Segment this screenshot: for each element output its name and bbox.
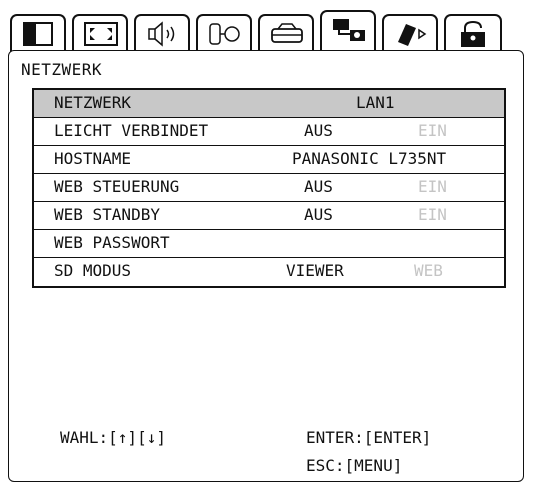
audio-icon [148,21,175,47]
tab-advanced[interactable] [196,14,252,52]
menu-item-label: WEB STANDBY [54,205,160,224]
menu-item-web-control[interactable]: WEB STEUERUNG AUS EIN [34,174,504,202]
option-unselected[interactable]: EIN [418,118,447,144]
option-selected[interactable]: VIEWER [286,258,344,284]
menu-item-web-password[interactable]: WEB PASSWORT [34,230,504,258]
menu-item-label: WEB STEUERUNG [54,177,180,196]
position-icon [84,22,118,46]
tab-picture[interactable] [10,14,66,52]
tab-position[interactable] [72,14,128,52]
menu-item-value: PANASONIC L735NT [292,149,447,168]
tab-audio[interactable] [134,14,190,52]
menu-item-label: NETZWERK [54,93,132,112]
projector-setup-icon [271,23,303,43]
menu-item-label: SD MODUS [54,261,132,280]
memory-viewer-icon [398,24,427,46]
network-icon [333,19,365,41]
tab-memory-viewer[interactable] [382,14,438,52]
advanced-menu-icon [209,23,240,45]
enter-hint: ENTER:[ENTER] [306,428,432,447]
menu-item-value: LAN1 [356,93,395,112]
tab-projector-setup[interactable] [258,14,314,52]
option-unselected[interactable]: EIN [418,202,447,228]
tab-network[interactable] [320,10,376,52]
option-selected[interactable]: AUS [304,118,333,144]
menu-item-easy-connect[interactable]: LEICHT VERBINDET AUS EIN [34,118,504,146]
menu-tab-strip [8,6,524,54]
option-selected[interactable]: AUS [304,202,333,228]
tab-security[interactable] [444,14,502,52]
security-icon [461,20,485,47]
menu-item-web-standby[interactable]: WEB STANDBY AUS EIN [34,202,504,230]
network-menu-list: NETZWERK LAN1 LEICHT VERBINDET AUS EIN H… [32,88,506,288]
menu-item-hostname[interactable]: HOSTNAME PANASONIC L735NT [34,146,504,174]
option-unselected[interactable]: WEB [414,258,443,284]
option-selected[interactable]: AUS [304,174,333,200]
picture-icon [23,22,53,46]
menu-item-label: LEICHT VERBINDET [54,121,209,140]
menu-item-sd-mode[interactable]: SD MODUS VIEWER WEB [34,258,504,286]
esc-hint: ESC:[MENU] [306,456,403,475]
select-hint: WAHL:[↑][↓] [60,428,166,447]
page-title: NETZWERK [21,60,103,79]
menu-item-label: HOSTNAME [54,149,132,168]
menu-item-label: WEB PASSWORT [54,233,170,252]
menu-item-network[interactable]: NETZWERK LAN1 [34,90,504,118]
option-unselected[interactable]: EIN [418,174,447,200]
